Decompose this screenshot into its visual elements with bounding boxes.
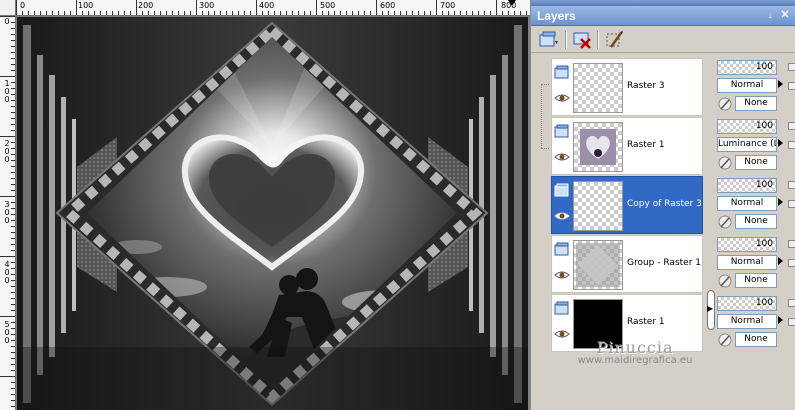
group-tree-line (541, 84, 542, 148)
visibility-eye-icon[interactable] (554, 211, 570, 221)
raster-layer-icon (554, 65, 569, 79)
blend-mode-arrow-icon[interactable] (778, 139, 783, 147)
blend-mode-select[interactable]: Luminance (L) (717, 137, 777, 152)
layer-list: Raster 3 Raster 1 Copy of Raster 3 Group… (531, 54, 707, 352)
blend-side-button[interactable] (788, 318, 795, 326)
layer-row-raster-1-heart[interactable]: Raster 1 (551, 117, 703, 175)
artwork (17, 17, 528, 410)
blend-mode-select[interactable]: Normal (717, 314, 777, 329)
close-icon[interactable]: ✕ (779, 9, 791, 22)
opacity-value: 100 (755, 298, 773, 308)
opacity-side-button[interactable] (788, 240, 795, 248)
layer-properties-row: 100 Normal None (715, 294, 795, 352)
mask-select[interactable]: None (735, 96, 777, 111)
link-mask-icon[interactable] (717, 215, 733, 229)
opacity-slider[interactable]: 100 (717, 237, 777, 252)
layer-row-raster-1-background[interactable]: Raster 1 (551, 294, 703, 352)
blend-mode-arrow-icon[interactable] (778, 198, 783, 206)
canvas-area[interactable]: 0 100 200 300 400 500 600 700 800 0 100 … (0, 0, 530, 410)
layer-thumbnail (573, 240, 623, 290)
blend-side-button[interactable] (788, 200, 795, 208)
layer-thumbnail (573, 299, 623, 349)
opacity-value: 100 (755, 180, 773, 190)
opacity-slider[interactable]: 100 (717, 119, 777, 134)
raster-layer-icon (554, 124, 569, 138)
blend-mode-arrow-icon[interactable] (778, 257, 783, 265)
visibility-eye-icon[interactable] (554, 270, 570, 280)
blend-mode-select[interactable]: Normal (717, 78, 777, 93)
ruler-corner (0, 0, 16, 16)
palette-title-bar[interactable]: Layers ↓ ✕ (531, 6, 795, 26)
layer-properties-row: 100 Normal None (715, 235, 795, 293)
layer-row-copy-of-raster-3[interactable]: Copy of Raster 3 (551, 176, 703, 234)
delete-layer-icon[interactable] (571, 29, 593, 51)
opacity-side-button[interactable] (788, 63, 795, 71)
heart-image-thumbnail (580, 129, 616, 165)
ruler-ticks (0, 16, 15, 407)
opacity-side-button[interactable] (788, 181, 795, 189)
pin-icon[interactable]: ↓ (764, 9, 776, 22)
blend-mode-select[interactable]: Normal (717, 255, 777, 270)
layer-properties: 100 Normal None 100 Luminance (L) None 1… (715, 54, 795, 350)
group-tree-line (541, 148, 549, 149)
palette-title: Layers (537, 9, 576, 23)
expand-arrow-icon[interactable]: ▶ (707, 304, 713, 313)
opacity-slider[interactable]: 100 (717, 296, 777, 311)
opacity-value: 100 (755, 121, 773, 131)
toolbar-separator (597, 31, 599, 49)
visibility-eye-icon[interactable] (554, 93, 570, 103)
mask-select[interactable]: None (735, 214, 777, 229)
link-mask-icon[interactable] (717, 333, 733, 347)
vertical-ruler: 0 100 200 300 400 500 (0, 16, 16, 410)
layer-properties-row: 100 Luminance (L) None (715, 117, 795, 175)
opacity-value: 100 (755, 239, 773, 249)
mask-select[interactable]: None (735, 332, 777, 347)
raster-layer-icon (554, 301, 569, 315)
opacity-side-button[interactable] (788, 122, 795, 130)
mask-select[interactable]: None (735, 273, 777, 288)
mask-select[interactable]: None (735, 155, 777, 170)
layer-name: Raster 1 (627, 317, 665, 327)
document-image[interactable] (17, 17, 528, 410)
horizontal-ruler: 0 100 200 300 400 500 600 700 800 (16, 0, 530, 16)
group-tree-line (541, 84, 549, 85)
layer-thumbnail (573, 63, 623, 113)
layers-toolbar (531, 27, 795, 53)
layer-name: Copy of Raster 3 (627, 199, 702, 209)
opacity-slider[interactable]: 100 (717, 60, 777, 75)
layer-name: Group - Raster 1 (627, 258, 701, 268)
raster-layer-icon (554, 242, 569, 256)
layer-thumbnail (573, 181, 623, 231)
app-window: 0 100 200 300 400 500 600 700 800 0 100 … (0, 0, 795, 410)
toolbar-separator (565, 31, 567, 49)
blend-side-button[interactable] (788, 82, 795, 90)
layer-name: Raster 3 (627, 81, 665, 91)
blend-mode-arrow-icon[interactable] (778, 80, 783, 88)
opacity-side-button[interactable] (788, 299, 795, 307)
visibility-eye-icon[interactable] (554, 152, 570, 162)
link-mask-icon[interactable] (717, 97, 733, 111)
blend-side-button[interactable] (788, 141, 795, 149)
layer-properties-row: 100 Normal None (715, 58, 795, 116)
gray-pattern-thumbnail (576, 243, 620, 287)
link-mask-icon[interactable] (717, 274, 733, 288)
layer-row-raster-3[interactable]: Raster 3 (551, 58, 703, 116)
opacity-slider[interactable]: 100 (717, 178, 777, 193)
layer-thumbnail (573, 122, 623, 172)
layer-name: Raster 1 (627, 140, 665, 150)
ruler-ticks (16, 0, 527, 15)
link-mask-icon[interactable] (717, 156, 733, 170)
layers-palette: Layers ↓ ✕ Raster 3 Raster 1 Copy of Ras… (530, 0, 795, 410)
visibility-eye-icon[interactable] (554, 329, 570, 339)
opacity-value: 100 (755, 62, 773, 72)
layer-properties-row: 100 Normal None (715, 176, 795, 234)
blend-side-button[interactable] (788, 259, 795, 267)
edit-selection-icon[interactable] (603, 29, 625, 51)
raster-layer-icon (554, 183, 569, 197)
blend-mode-arrow-icon[interactable] (778, 316, 783, 324)
layer-row-group-raster-1[interactable]: Group - Raster 1 (551, 235, 703, 293)
new-raster-layer-icon[interactable] (537, 29, 559, 51)
blend-mode-select[interactable]: Normal (717, 196, 777, 211)
